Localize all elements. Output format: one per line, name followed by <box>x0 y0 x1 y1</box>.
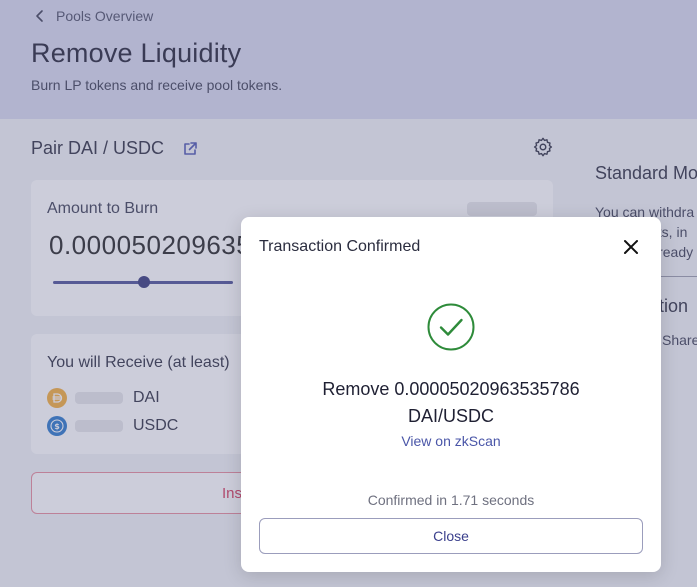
view-on-zkscan-link[interactable]: View on zkScan <box>241 433 661 449</box>
modal-message-line-2: DAI/USDC <box>407 406 494 426</box>
transaction-confirmed-modal: Transaction Confirmed Remove 0.000050209… <box>241 217 661 572</box>
confirmed-time-text: Confirmed in 1.71 seconds <box>367 492 535 508</box>
close-button[interactable]: Close <box>259 518 643 554</box>
success-check-icon <box>427 303 475 351</box>
close-icon[interactable] <box>623 239 639 255</box>
modal-message: Remove 0.00005020963535786 DAI/USDC <box>241 376 661 430</box>
modal-message-line-1: Remove 0.00005020963535786 <box>322 379 580 399</box>
modal-title: Transaction Confirmed <box>259 238 421 255</box>
